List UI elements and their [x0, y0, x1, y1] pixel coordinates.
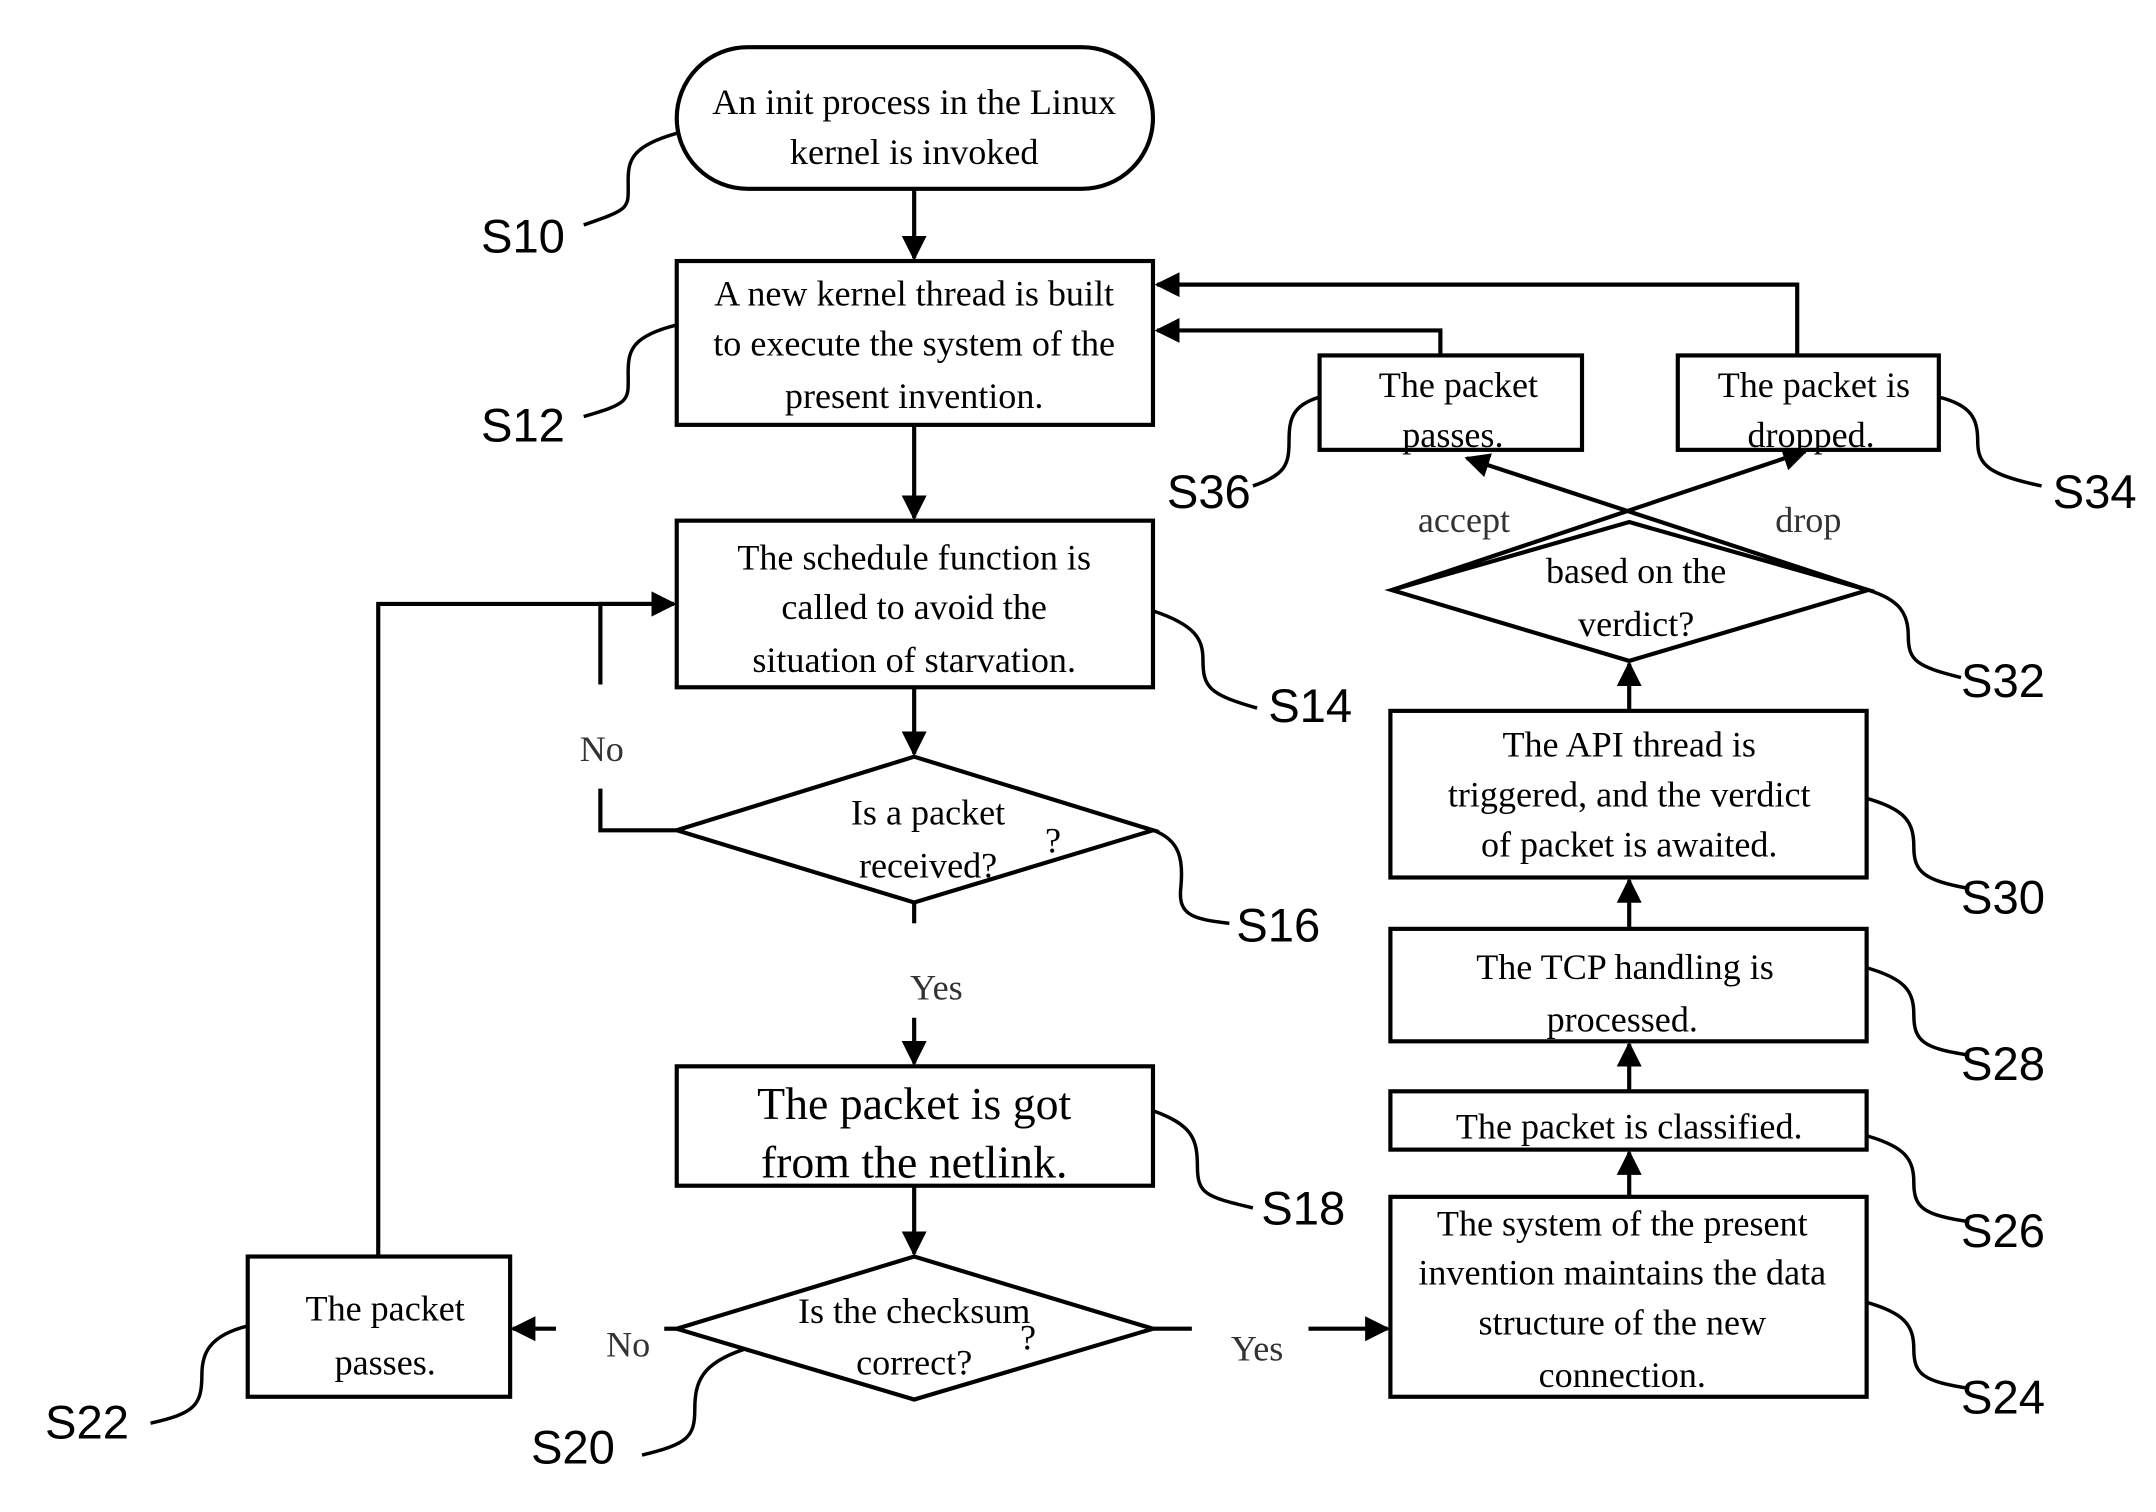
step-label-s22: S22 — [45, 1396, 129, 1449]
node-s16: Is a packet received? ? — [669, 754, 1161, 905]
node-s14: The schedule function is called to avoid… — [674, 518, 1156, 690]
node-s24-line-3: structure of the new — [1479, 1302, 1767, 1342]
step-label-s20: S20 — [531, 1421, 615, 1474]
node-s28: The TCP handling is processed. — [1388, 926, 1869, 1044]
step-label-s24: S24 — [1961, 1371, 2045, 1424]
step-label-s10: S10 — [481, 211, 565, 264]
leader-line-s22 — [150, 1324, 249, 1425]
node-s30: The API thread is triggered, and the ver… — [1388, 708, 1869, 880]
leader-line-s18 — [1152, 1109, 1254, 1210]
node-s16-extra-mark: ? — [1045, 820, 1061, 860]
step-label-s28: S28 — [1961, 1038, 2045, 1091]
edge-s36-s12 — [1154, 317, 1443, 356]
step-label-s14: S14 — [1268, 680, 1352, 733]
leader-line-s28 — [1866, 966, 1970, 1057]
step-label-s34: S34 — [2053, 466, 2137, 519]
node-s22-line-1: The packet — [306, 1288, 465, 1328]
leader-line-s16 — [1152, 828, 1230, 926]
flowchart: An init process in the Linux kernel is i… — [45, 45, 2137, 1474]
node-s24: The system of the present invention main… — [1388, 1194, 1869, 1399]
node-s10-line-2: kernel is invoked — [790, 132, 1038, 172]
node-s24-line-4: connection. — [1539, 1355, 1706, 1395]
node-s24-line-1: The system of the present — [1437, 1204, 1808, 1244]
node-s12: A new kernel thread is built to execute … — [674, 258, 1156, 427]
node-s36: The packet passes. — [1317, 353, 1585, 455]
step-label-s36: S36 — [1167, 466, 1251, 519]
node-s20: Is the checksum correct? ? — [669, 1254, 1161, 1402]
node-s26-line-1: The packet is classified. — [1456, 1107, 1803, 1147]
leader-line-s12 — [583, 323, 678, 419]
edge-label-s16-no: No — [580, 729, 624, 769]
node-s12-line-2: to execute the system of the — [713, 323, 1115, 363]
edge-label-s20-no: No — [606, 1324, 650, 1364]
leader-line-s32 — [1867, 588, 1962, 680]
step-label-s30: S30 — [1961, 872, 2045, 925]
step-label-s26: S26 — [1961, 1205, 2045, 1258]
node-s16-line-2: received? — [859, 845, 997, 885]
node-s20-line-2: correct? — [856, 1343, 972, 1383]
node-s16-line-1: Is a packet — [851, 793, 1005, 833]
node-s22-line-2: passes. — [335, 1343, 436, 1383]
node-s32: based on the verdict? — [1384, 519, 1876, 664]
node-s28-line-2: processed. — [1547, 1000, 1698, 1040]
step-label-s32: S32 — [1961, 655, 2045, 708]
node-s10: An init process in the Linux kernel is i… — [674, 45, 1156, 191]
node-s30-line-3: of packet is awaited. — [1481, 825, 1778, 865]
step-label-s18: S18 — [1261, 1183, 1345, 1236]
node-s20-extra-mark: ? — [1020, 1318, 1036, 1358]
node-s36-line-1: The packet — [1379, 365, 1538, 405]
leader-line-s24 — [1866, 1300, 1970, 1391]
step-label-s16: S16 — [1236, 899, 1320, 952]
leader-line-s20 — [641, 1347, 744, 1457]
node-s24-line-2: invention maintains the data — [1418, 1252, 1826, 1292]
node-s30-line-1: The API thread is — [1502, 725, 1755, 765]
leader-line-s34 — [1938, 395, 2042, 488]
node-s14-line-3: situation of starvation. — [752, 640, 1076, 680]
node-s18-line-2: from the netlink. — [761, 1136, 1068, 1187]
node-s14-line-1: The schedule function is — [737, 537, 1091, 577]
step-label-s12: S12 — [481, 400, 565, 453]
leader-line-s14 — [1152, 609, 1258, 710]
edge-s16-no-upper — [598, 591, 677, 685]
node-s36-line-2: passes. — [1402, 415, 1503, 455]
leader-line-s30 — [1866, 796, 1970, 891]
leader-line-s10 — [583, 131, 678, 227]
node-s32-line-2: verdict? — [1578, 604, 1694, 644]
edge-label-s16-yes: Yes — [910, 968, 963, 1008]
node-s20-line-1: Is the checksum — [798, 1291, 1030, 1331]
leader-line-s26 — [1866, 1134, 1970, 1224]
node-s18: The packet is got from the netlink. — [674, 1064, 1156, 1188]
edge-label-s20-yes: Yes — [1231, 1329, 1284, 1369]
node-s28-line-1: The TCP handling is — [1476, 947, 1774, 987]
edge-s22-s14 — [376, 591, 677, 1257]
edge-s34-s12 — [1154, 272, 1800, 356]
node-s26: The packet is classified. — [1388, 1089, 1869, 1152]
node-s34-line-2: dropped. — [1747, 415, 1874, 455]
node-s34-line-1: The packet is — [1718, 365, 1910, 405]
leader-line-s36 — [1252, 395, 1321, 488]
node-s30-line-2: triggered, and the verdict — [1448, 775, 1811, 815]
node-s32-line-1: based on the — [1546, 551, 1726, 591]
node-s22: The packet passes. — [245, 1254, 513, 1399]
node-s34: The packet is dropped. — [1675, 353, 1941, 455]
node-s12-line-3: present invention. — [785, 376, 1044, 416]
node-s18-line-1: The packet is got — [757, 1078, 1071, 1129]
node-s14-line-2: called to avoid the — [781, 587, 1046, 627]
edge-label-s32-drop: drop — [1775, 500, 1841, 540]
node-s12-line-1: A new kernel thread is built — [714, 273, 1114, 313]
edge-label-s32-accept: accept — [1418, 500, 1510, 540]
node-s10-line-1: An init process in the Linux — [712, 82, 1116, 122]
edge-s16-no-lower — [598, 788, 677, 833]
